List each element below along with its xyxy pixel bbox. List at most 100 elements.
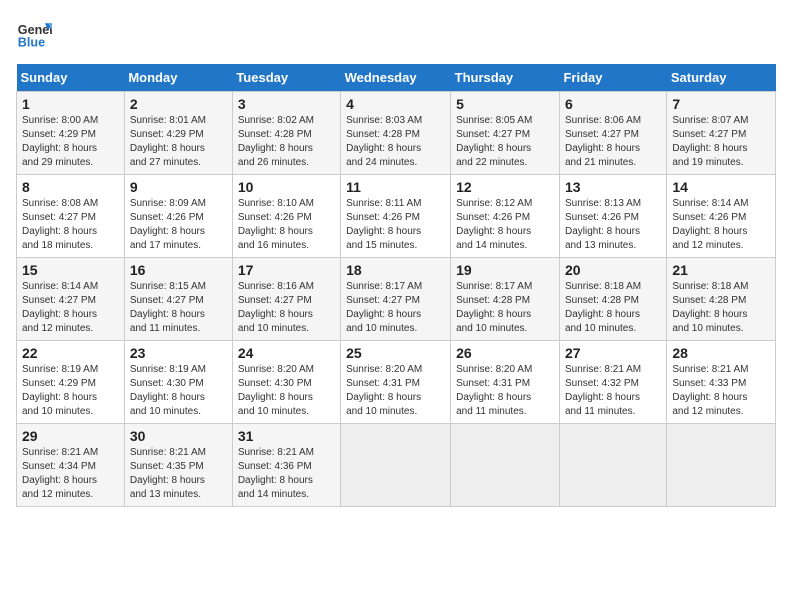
day-number: 3 — [238, 96, 335, 112]
day-number: 13 — [565, 179, 661, 195]
week-row-5: 29 Sunrise: 8:21 AM Sunset: 4:34 PM Dayli… — [17, 424, 776, 507]
day-info: Sunrise: 8:19 AM Sunset: 4:30 PM Dayligh… — [130, 363, 227, 419]
day-info: Sunrise: 8:20 AM Sunset: 4:31 PM Dayligh… — [346, 363, 445, 419]
day-number: 26 — [456, 345, 554, 361]
day-info: Sunrise: 8:09 AM Sunset: 4:26 PM Dayligh… — [130, 197, 227, 253]
day-number: 17 — [238, 262, 335, 278]
day-number: 6 — [565, 96, 661, 112]
page-header: General Blue — [16, 16, 776, 52]
svg-text:Blue: Blue — [18, 36, 45, 50]
day-info: Sunrise: 8:19 AM Sunset: 4:29 PM Dayligh… — [22, 363, 119, 419]
week-row-1: 1Sunrise: 8:00 AM Sunset: 4:29 PM Daylig… — [17, 92, 776, 175]
day-info: Sunrise: 8:13 AM Sunset: 4:26 PM Dayligh… — [565, 197, 661, 253]
day-info: Sunrise: 8:20 AM Sunset: 4:31 PM Dayligh… — [456, 363, 554, 419]
week-row-2: 8 Sunrise: 8:08 AM Sunset: 4:27 PM Daylig… — [17, 175, 776, 258]
calendar-cell: 23 Sunrise: 8:19 AM Sunset: 4:30 PM Dayli… — [124, 341, 232, 424]
calendar-cell: 22 Sunrise: 8:19 AM Sunset: 4:29 PM Dayli… — [17, 341, 125, 424]
calendar-cell: 3 Sunrise: 8:02 AM Sunset: 4:28 PM Daylig… — [232, 92, 340, 175]
header-day-wednesday: Wednesday — [341, 64, 451, 92]
calendar-cell: 24Sunrise: 8:20 AM Sunset: 4:30 PM Dayli… — [232, 341, 340, 424]
calendar-cell: 6 Sunrise: 8:06 AM Sunset: 4:27 PM Daylig… — [559, 92, 666, 175]
calendar-cell: 9 Sunrise: 8:09 AM Sunset: 4:26 PM Daylig… — [124, 175, 232, 258]
day-number: 4 — [346, 96, 445, 112]
day-number: 23 — [130, 345, 227, 361]
day-info: Sunrise: 8:17 AM Sunset: 4:28 PM Dayligh… — [456, 280, 554, 336]
header-day-tuesday: Tuesday — [232, 64, 340, 92]
day-info: Sunrise: 8:17 AM Sunset: 4:27 PM Dayligh… — [346, 280, 445, 336]
calendar-cell: 27Sunrise: 8:21 AM Sunset: 4:32 PM Dayli… — [559, 341, 666, 424]
day-number: 19 — [456, 262, 554, 278]
calendar-cell: 30Sunrise: 8:21 AM Sunset: 4:35 PM Dayli… — [124, 424, 232, 507]
calendar-cell: 11 Sunrise: 8:11 AM Sunset: 4:26 PM Dayli… — [341, 175, 451, 258]
calendar-cell: 28 Sunrise: 8:21 AM Sunset: 4:33 PM Dayli… — [667, 341, 776, 424]
calendar-cell — [667, 424, 776, 507]
day-number: 11 — [346, 179, 445, 195]
day-number: 5 — [456, 96, 554, 112]
calendar-cell: 2 Sunrise: 8:01 AM Sunset: 4:29 PM Daylig… — [124, 92, 232, 175]
calendar-cell: 18 Sunrise: 8:17 AM Sunset: 4:27 PM Dayli… — [341, 258, 451, 341]
day-number: 18 — [346, 262, 445, 278]
day-info: Sunrise: 8:14 AM Sunset: 4:26 PM Dayligh… — [672, 197, 770, 253]
day-info: Sunrise: 8:11 AM Sunset: 4:26 PM Dayligh… — [346, 197, 445, 253]
header-row: SundayMondayTuesdayWednesdayThursdayFrid… — [17, 64, 776, 92]
day-info: Sunrise: 8:05 AM Sunset: 4:27 PM Dayligh… — [456, 114, 554, 170]
calendar-table: SundayMondayTuesdayWednesdayThursdayFrid… — [16, 64, 776, 507]
calendar-cell: 19 Sunrise: 8:17 AM Sunset: 4:28 PM Dayli… — [451, 258, 560, 341]
calendar-cell: 20 Sunrise: 8:18 AM Sunset: 4:28 PM Dayli… — [559, 258, 666, 341]
day-info: Sunrise: 8:21 AM Sunset: 4:32 PM Dayligh… — [565, 363, 661, 419]
calendar-cell: 5 Sunrise: 8:05 AM Sunset: 4:27 PM Daylig… — [451, 92, 560, 175]
logo: General Blue — [16, 16, 56, 52]
day-info: Sunrise: 8:14 AM Sunset: 4:27 PM Dayligh… — [22, 280, 119, 336]
day-number: 29 — [22, 428, 119, 444]
week-row-3: 15Sunrise: 8:14 AM Sunset: 4:27 PM Dayli… — [17, 258, 776, 341]
calendar-cell: 1Sunrise: 8:00 AM Sunset: 4:29 PM Daylig… — [17, 92, 125, 175]
day-number: 16 — [130, 262, 227, 278]
day-info: Sunrise: 8:08 AM Sunset: 4:27 PM Dayligh… — [22, 197, 119, 253]
header-day-friday: Friday — [559, 64, 666, 92]
header-day-sunday: Sunday — [17, 64, 125, 92]
calendar-cell: 15Sunrise: 8:14 AM Sunset: 4:27 PM Dayli… — [17, 258, 125, 341]
calendar-cell: 17 Sunrise: 8:16 AM Sunset: 4:27 PM Dayli… — [232, 258, 340, 341]
calendar-cell: 10Sunrise: 8:10 AM Sunset: 4:26 PM Dayli… — [232, 175, 340, 258]
calendar-cell: 7Sunrise: 8:07 AM Sunset: 4:27 PM Daylig… — [667, 92, 776, 175]
day-info: Sunrise: 8:01 AM Sunset: 4:29 PM Dayligh… — [130, 114, 227, 170]
day-info: Sunrise: 8:15 AM Sunset: 4:27 PM Dayligh… — [130, 280, 227, 336]
day-number: 8 — [22, 179, 119, 195]
day-info: Sunrise: 8:20 AM Sunset: 4:30 PM Dayligh… — [238, 363, 335, 419]
calendar-cell: 25Sunrise: 8:20 AM Sunset: 4:31 PM Dayli… — [341, 341, 451, 424]
day-info: Sunrise: 8:21 AM Sunset: 4:36 PM Dayligh… — [238, 446, 335, 502]
calendar-cell: 31 Sunrise: 8:21 AM Sunset: 4:36 PM Dayli… — [232, 424, 340, 507]
calendar-cell — [451, 424, 560, 507]
day-info: Sunrise: 8:18 AM Sunset: 4:28 PM Dayligh… — [672, 280, 770, 336]
day-info: Sunrise: 8:18 AM Sunset: 4:28 PM Dayligh… — [565, 280, 661, 336]
day-info: Sunrise: 8:12 AM Sunset: 4:26 PM Dayligh… — [456, 197, 554, 253]
day-number: 30 — [130, 428, 227, 444]
day-info: Sunrise: 8:16 AM Sunset: 4:27 PM Dayligh… — [238, 280, 335, 336]
day-info: Sunrise: 8:21 AM Sunset: 4:34 PM Dayligh… — [22, 446, 119, 502]
day-number: 14 — [672, 179, 770, 195]
calendar-cell — [559, 424, 666, 507]
day-number: 22 — [22, 345, 119, 361]
logo-icon: General Blue — [16, 16, 52, 52]
calendar-cell: 4 Sunrise: 8:03 AM Sunset: 4:28 PM Daylig… — [341, 92, 451, 175]
day-number: 2 — [130, 96, 227, 112]
day-number: 31 — [238, 428, 335, 444]
calendar-cell: 13 Sunrise: 8:13 AM Sunset: 4:26 PM Dayli… — [559, 175, 666, 258]
calendar-cell: 8 Sunrise: 8:08 AM Sunset: 4:27 PM Daylig… — [17, 175, 125, 258]
day-info: Sunrise: 8:06 AM Sunset: 4:27 PM Dayligh… — [565, 114, 661, 170]
day-info: Sunrise: 8:21 AM Sunset: 4:33 PM Dayligh… — [672, 363, 770, 419]
day-number: 28 — [672, 345, 770, 361]
calendar-cell: 29 Sunrise: 8:21 AM Sunset: 4:34 PM Dayli… — [17, 424, 125, 507]
day-info: Sunrise: 8:03 AM Sunset: 4:28 PM Dayligh… — [346, 114, 445, 170]
day-number: 20 — [565, 262, 661, 278]
calendar-cell: 26 Sunrise: 8:20 AM Sunset: 4:31 PM Dayli… — [451, 341, 560, 424]
day-info: Sunrise: 8:10 AM Sunset: 4:26 PM Dayligh… — [238, 197, 335, 253]
calendar-cell: 16 Sunrise: 8:15 AM Sunset: 4:27 PM Dayli… — [124, 258, 232, 341]
day-number: 21 — [672, 262, 770, 278]
day-number: 12 — [456, 179, 554, 195]
day-number: 9 — [130, 179, 227, 195]
header-day-monday: Monday — [124, 64, 232, 92]
calendar-cell: 12 Sunrise: 8:12 AM Sunset: 4:26 PM Dayli… — [451, 175, 560, 258]
day-info: Sunrise: 8:02 AM Sunset: 4:28 PM Dayligh… — [238, 114, 335, 170]
week-row-4: 22 Sunrise: 8:19 AM Sunset: 4:29 PM Dayli… — [17, 341, 776, 424]
